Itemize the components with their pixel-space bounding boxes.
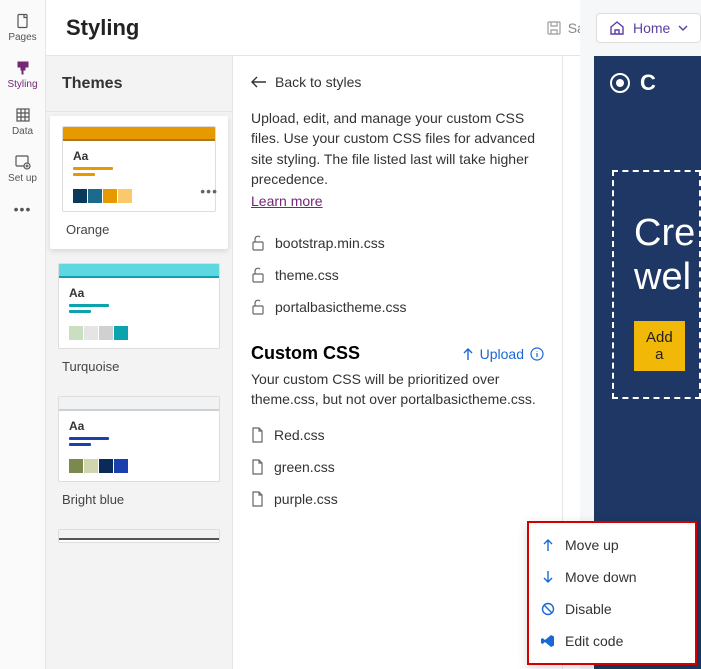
page-icon: [14, 12, 32, 30]
ctx-label: Move up: [565, 537, 619, 553]
theme-more-button[interactable]: •••: [200, 183, 218, 199]
css-file-name: green.css: [274, 459, 335, 475]
css-file-name: theme.css: [275, 267, 339, 283]
file-icon: [251, 491, 264, 507]
css-file-item[interactable]: bootstrap.min.css: [251, 227, 544, 259]
preview-toolbar: Home: [580, 0, 701, 56]
theme-card-orange[interactable]: Aa Orange •••: [50, 116, 228, 249]
rail-data-label: Data: [12, 126, 33, 137]
chevron-down-icon: [678, 25, 688, 31]
custom-css-title: Custom CSS: [251, 343, 360, 364]
file-icon: [251, 427, 264, 443]
lock-open-icon: [251, 235, 265, 251]
theme-sample-text: Aa: [73, 149, 205, 163]
ctx-edit-code[interactable]: Edit code: [529, 625, 695, 657]
upload-icon: [462, 347, 474, 361]
themes-header: Themes: [46, 56, 232, 112]
ctx-disable[interactable]: Disable: [529, 593, 695, 625]
theme-card-partial[interactable]: [46, 519, 232, 547]
learn-more-link[interactable]: Learn more: [251, 193, 323, 209]
custom-css-note: Your custom CSS will be prioritized over…: [251, 370, 544, 409]
theme-card-turquoise[interactable]: Aa Turquoise: [46, 253, 232, 386]
hero-line2: wel: [634, 256, 679, 300]
custom-css-item[interactable]: purple.css: [251, 483, 544, 515]
theme-name-label: Turquoise: [58, 349, 220, 382]
rail-styling-label: Styling: [7, 79, 37, 90]
gear-plus-icon: [14, 153, 32, 171]
ctx-move-up[interactable]: Move up: [529, 529, 695, 561]
ctx-move-down[interactable]: Move down: [529, 561, 695, 593]
upload-label: Upload: [480, 346, 524, 362]
cta-button[interactable]: Add a: [634, 321, 685, 371]
disable-icon: [541, 602, 555, 616]
grid-icon: [14, 106, 32, 124]
back-label: Back to styles: [275, 74, 361, 90]
rail-setup[interactable]: Set up: [1, 147, 45, 190]
arrow-left-icon: [251, 76, 267, 88]
css-file-name: Red.css: [274, 427, 325, 443]
theme-card-brightblue[interactable]: Aa Bright blue: [46, 386, 232, 519]
ctx-label: Edit code: [565, 633, 623, 649]
custom-css-item[interactable]: green.css: [251, 451, 544, 483]
rail-setup-label: Set up: [8, 173, 37, 184]
save-icon: [546, 20, 562, 36]
arrow-up-icon: [541, 538, 555, 552]
info-icon: [530, 347, 544, 361]
theme-name-label: Bright blue: [58, 482, 220, 515]
logo-icon: [608, 71, 632, 95]
lock-open-icon: [251, 267, 265, 283]
css-file-name: purple.css: [274, 491, 338, 507]
lock-open-icon: [251, 299, 265, 315]
brush-icon: [14, 59, 32, 77]
theme-name-label: Orange: [62, 212, 216, 245]
css-file-item[interactable]: theme.css: [251, 259, 544, 291]
nav-rail: Pages Styling Data Set up •••: [0, 0, 46, 669]
page-title: Styling: [66, 15, 139, 41]
more-icon: •••: [14, 200, 32, 218]
editor-panel: Back to styles Upload, edit, and manage …: [233, 56, 563, 669]
rail-pages[interactable]: Pages: [1, 6, 45, 49]
theme-sample-text: Aa: [69, 419, 209, 433]
custom-css-item[interactable]: Red.css: [251, 419, 544, 451]
home-icon: [609, 20, 625, 36]
file-icon: [251, 459, 264, 475]
rail-more[interactable]: •••: [1, 194, 45, 224]
theme-sample-text: Aa: [69, 286, 209, 300]
vscode-icon: [541, 634, 555, 648]
upload-button[interactable]: Upload: [462, 346, 544, 362]
editor-description: Upload, edit, and manage your custom CSS…: [251, 108, 544, 189]
home-button[interactable]: Home: [596, 13, 701, 43]
brand-letter: C: [640, 70, 656, 96]
rail-pages-label: Pages: [8, 32, 36, 43]
ctx-label: Disable: [565, 601, 612, 617]
arrow-down-icon: [541, 570, 555, 584]
back-link[interactable]: Back to styles: [251, 74, 544, 90]
custom-css-header: Custom CSS Upload: [251, 343, 544, 364]
hero-block[interactable]: Cre wel Add a: [612, 170, 701, 399]
brand-logo: C: [594, 56, 701, 110]
css-file-name: portalbasictheme.css: [275, 299, 407, 315]
context-menu: Move up Move down Disable Edit code: [527, 521, 697, 665]
rail-styling[interactable]: Styling: [1, 53, 45, 96]
ctx-label: Move down: [565, 569, 637, 585]
hero-line1: Cre: [634, 212, 679, 256]
rail-data[interactable]: Data: [1, 100, 45, 143]
themes-panel: Themes Aa Orange ••• Aa Turquoise: [46, 56, 233, 669]
home-label: Home: [633, 20, 670, 36]
css-file-item[interactable]: portalbasictheme.css: [251, 291, 544, 323]
css-file-name: bootstrap.min.css: [275, 235, 385, 251]
